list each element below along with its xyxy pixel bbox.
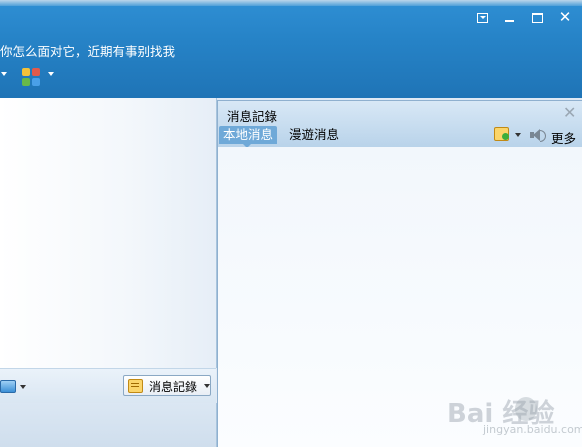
minimize-icon [504,19,514,22]
contact-signature: 你怎么面对它，近期有事别找我 [0,44,176,59]
chat-message-area [0,98,217,368]
screen-share-icon[interactable] [0,380,16,393]
apps-dropdown-arrow-icon[interactable] [48,72,54,76]
chat-input-area[interactable] [0,403,217,447]
screen-share-dropdown-icon[interactable] [20,385,26,389]
panel-header: 消息記錄 ✕ 本地消息 漫遊消息 更多 [218,101,582,148]
watermark-url: jingyan.baidu.com [483,423,582,436]
maximize-icon [531,12,543,23]
chevron-down-icon [204,384,210,388]
window-menu-button[interactable] [472,8,492,26]
tab-roaming-messages[interactable]: 漫遊消息 [285,126,343,144]
baidu-jingyan-watermark: Bai 经验 jingyan.baidu.com [445,393,582,443]
panel-close-icon[interactable]: ✕ [563,103,576,122]
dropdown-box-icon [476,12,488,23]
speaker-icon[interactable] [530,128,546,143]
message-history-label: 消息記錄 [149,380,198,394]
title-bar-top-edge [0,0,582,6]
tab-local-messages[interactable]: 本地消息 [219,126,278,148]
title-bar: ✕ 你怎么面对它，近期有事别找我 [0,0,582,98]
close-icon: ✕ [558,8,572,26]
maximize-button[interactable] [527,8,547,26]
minimize-button[interactable] [499,8,519,26]
chevron-down-icon[interactable] [1,72,7,76]
message-history-button[interactable]: 消息記錄 [123,375,211,396]
export-messages-icon[interactable] [494,127,509,141]
more-button[interactable]: 更多 [551,128,576,147]
message-history-icon [128,379,143,393]
apps-icon[interactable] [22,68,40,86]
chat-toolbar: 消息記錄 [0,368,216,404]
close-button[interactable]: ✕ [555,8,575,26]
panel-title: 消息記錄 [227,109,278,124]
chevron-down-icon[interactable] [515,133,521,137]
